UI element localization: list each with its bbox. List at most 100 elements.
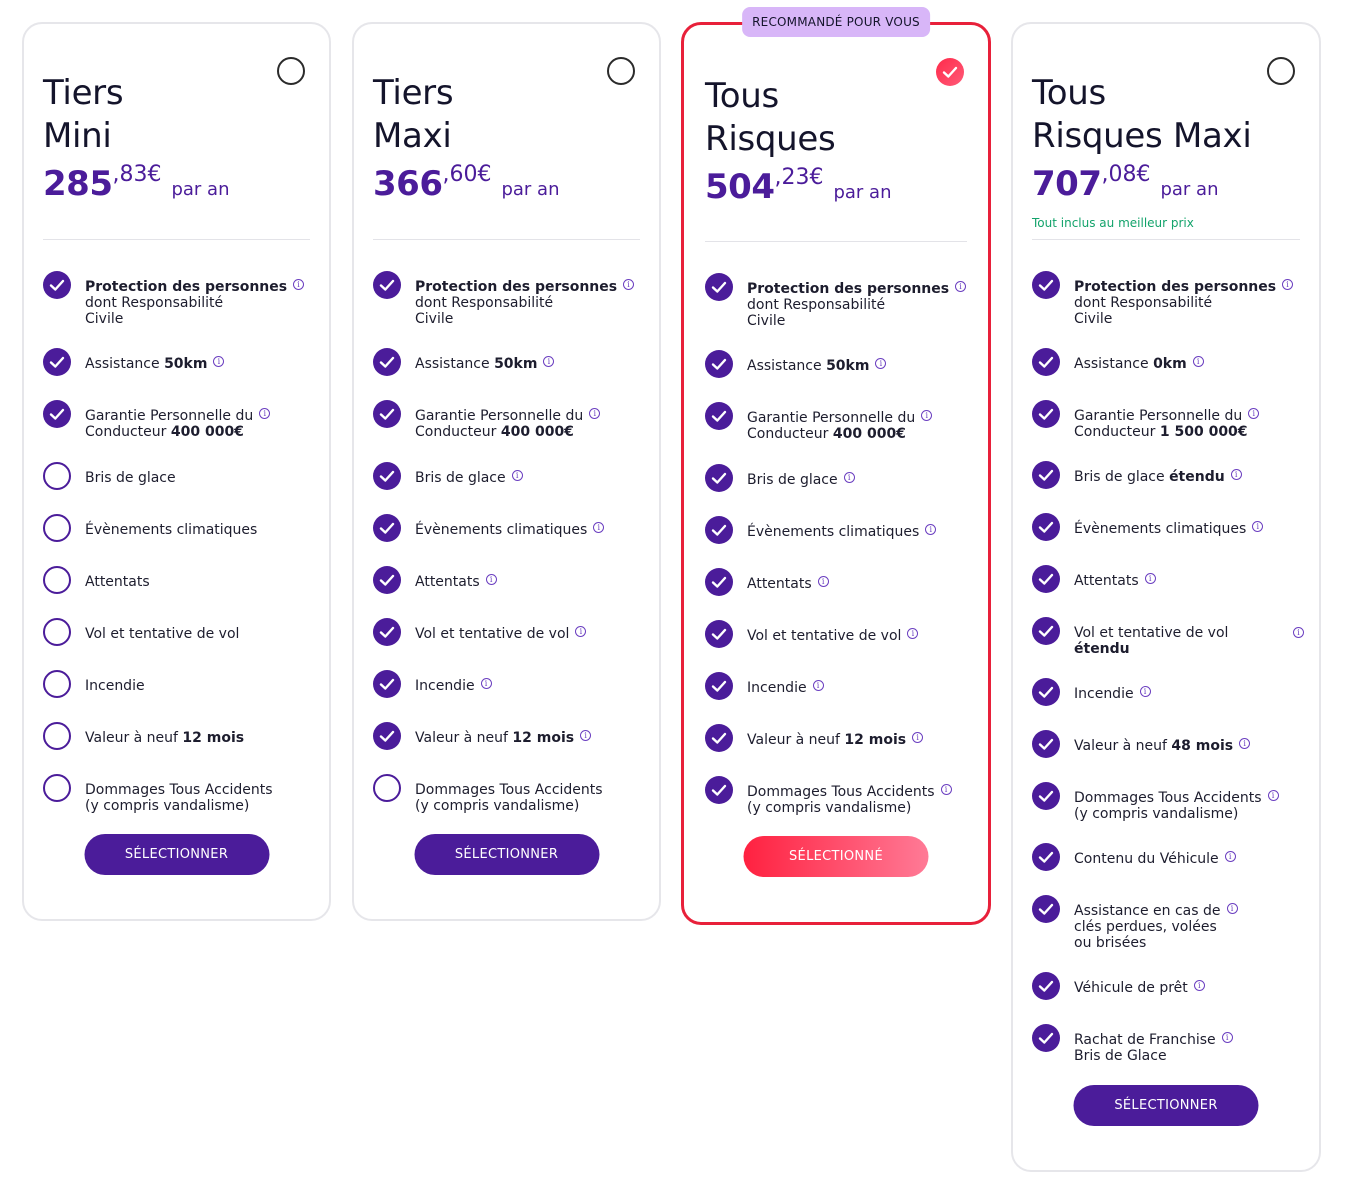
check-circle-icon bbox=[1032, 617, 1060, 645]
feature-label: Valeur à neuf 12 mois i bbox=[415, 730, 592, 746]
plan-price: 285 ,83€ par an bbox=[43, 162, 230, 204]
feature-label: Bris de glace bbox=[85, 470, 176, 486]
price-decimal: ,83€ bbox=[112, 162, 162, 187]
info-icon[interactable]: i bbox=[543, 356, 555, 367]
info-icon[interactable]: i bbox=[912, 732, 924, 743]
check-circle-icon bbox=[1032, 461, 1060, 489]
price-integer: 366 bbox=[373, 164, 443, 204]
info-icon[interactable]: i bbox=[921, 410, 933, 421]
info-icon[interactable]: i bbox=[817, 576, 829, 587]
info-icon[interactable]: i bbox=[575, 626, 587, 637]
info-icon[interactable]: i bbox=[1139, 686, 1151, 697]
feature-label: Attentats bbox=[85, 574, 150, 590]
info-icon[interactable]: i bbox=[907, 628, 919, 639]
empty-circle-icon bbox=[43, 514, 71, 542]
info-icon[interactable]: i bbox=[259, 408, 271, 419]
feature-label: Attentats i bbox=[747, 576, 829, 592]
plan-name: Tiers Maxi bbox=[373, 73, 454, 156]
check-circle-icon bbox=[705, 672, 733, 700]
info-icon[interactable]: i bbox=[1230, 469, 1242, 480]
check-circle-icon bbox=[705, 516, 733, 544]
check-circle-icon bbox=[705, 776, 733, 804]
selected-button[interactable]: SÉLECTIONNÉ bbox=[743, 836, 929, 877]
info-icon[interactable]: i bbox=[955, 281, 967, 292]
feature-label: Garantie Personnelle du i Conducteur 400 0… bbox=[85, 408, 271, 440]
info-icon[interactable]: i bbox=[511, 470, 523, 481]
info-icon[interactable]: i bbox=[623, 279, 635, 290]
check-circle-icon bbox=[1032, 271, 1060, 299]
feature-label: Garantie Personnelle du i Conducteur 400 0… bbox=[747, 410, 933, 442]
divider bbox=[1032, 239, 1300, 240]
info-icon[interactable]: i bbox=[580, 730, 592, 741]
info-icon[interactable]: i bbox=[480, 678, 492, 689]
plan-radio-icon[interactable] bbox=[1267, 57, 1295, 85]
info-icon[interactable]: i bbox=[1293, 627, 1304, 638]
plan-radio-icon[interactable] bbox=[277, 57, 305, 85]
check-circle-icon bbox=[373, 462, 401, 490]
feature-label: Incendie i bbox=[1074, 686, 1151, 702]
empty-circle-icon bbox=[43, 774, 71, 802]
feature-label: Incendie bbox=[85, 678, 145, 694]
feature-label: Vol et tentative de vol i bbox=[747, 628, 919, 644]
check-circle-icon bbox=[705, 402, 733, 430]
info-icon[interactable]: i bbox=[1144, 573, 1156, 584]
info-icon[interactable]: i bbox=[213, 356, 225, 367]
info-icon[interactable]: i bbox=[1252, 521, 1264, 532]
price-decimal: ,60€ bbox=[442, 162, 492, 187]
feature-label: Véhicule de prêt i bbox=[1074, 980, 1205, 996]
plan-tagline: Tout inclus au meilleur prix bbox=[1032, 216, 1194, 230]
feature-label: Protection des personnes i dont Responsabi… bbox=[747, 281, 967, 329]
select-button[interactable]: SÉLECTIONNER bbox=[1073, 1085, 1259, 1126]
feature-label: Protection des personnes i dont Responsabi… bbox=[1074, 279, 1294, 327]
info-icon[interactable]: i bbox=[812, 680, 824, 691]
info-icon[interactable]: i bbox=[1193, 980, 1205, 991]
check-circle-icon bbox=[1032, 895, 1060, 923]
plan-card-tiers-maxi[interactable]: Tiers Maxi 366 ,60€ par an Protection des… bbox=[352, 22, 661, 921]
plan-card-tous-risques[interactable]: RECOMMANDÉ POUR VOUS Tous Risques 504 ,23… bbox=[681, 7, 991, 925]
info-icon[interactable]: i bbox=[485, 574, 497, 585]
select-button[interactable]: SÉLECTIONNER bbox=[414, 834, 599, 875]
check-circle-icon bbox=[1032, 1024, 1060, 1052]
info-icon[interactable]: i bbox=[589, 408, 601, 419]
info-icon[interactable]: i bbox=[1221, 1032, 1233, 1043]
info-icon[interactable]: i bbox=[940, 784, 952, 795]
plan-radio-icon[interactable] bbox=[607, 57, 635, 85]
price-period: par an bbox=[833, 182, 892, 203]
plan-radio-checked-icon[interactable] bbox=[936, 58, 964, 86]
select-button[interactable]: SÉLECTIONNER bbox=[84, 834, 269, 875]
plan-price: 366 ,60€ par an bbox=[373, 162, 560, 204]
info-icon[interactable]: i bbox=[1224, 851, 1236, 862]
feature-label: Attentats i bbox=[1074, 573, 1156, 589]
check-circle-icon bbox=[705, 620, 733, 648]
plan-card-tiers-mini[interactable]: Tiers Mini 285 ,83€ par an Protection des… bbox=[22, 22, 331, 921]
feature-label: Évènements climatiques bbox=[85, 522, 258, 538]
info-icon[interactable]: i bbox=[1239, 738, 1251, 749]
plan-name: Tous Risques Maxi bbox=[1032, 73, 1252, 156]
check-circle-icon bbox=[373, 514, 401, 542]
plan-card-tous-risques-maxi[interactable]: Tous Risques Maxi 707 ,08€ par an Tout in… bbox=[1011, 22, 1321, 1172]
feature-label: Bris de glace i bbox=[415, 470, 523, 486]
recommended-badge: RECOMMANDÉ POUR VOUS bbox=[742, 7, 930, 37]
info-icon[interactable]: i bbox=[1282, 279, 1294, 290]
plan-name: Tous Risques bbox=[705, 76, 836, 159]
info-icon[interactable]: i bbox=[1267, 790, 1279, 801]
info-icon[interactable]: i bbox=[293, 279, 305, 290]
check-circle-icon bbox=[1032, 972, 1060, 1000]
feature-label: Contenu du Véhicule i bbox=[1074, 851, 1236, 867]
info-icon[interactable]: i bbox=[843, 472, 855, 483]
info-icon[interactable]: i bbox=[1248, 408, 1260, 419]
feature-label: Incendie i bbox=[747, 680, 824, 696]
info-icon[interactable]: i bbox=[593, 522, 605, 533]
check-circle-icon bbox=[373, 348, 401, 376]
check-circle-icon bbox=[43, 400, 71, 428]
feature-label: Bris de glace étendu i bbox=[1074, 469, 1242, 485]
feature-label: Dommages Tous Accidents i (y compris vanda… bbox=[747, 784, 952, 816]
info-icon[interactable]: i bbox=[875, 358, 887, 369]
info-icon[interactable]: i bbox=[925, 524, 937, 535]
feature-label: Vol et tentative de vol i bbox=[415, 626, 587, 642]
check-circle-icon bbox=[705, 350, 733, 378]
plan-name: Tiers Mini bbox=[43, 73, 124, 156]
info-icon[interactable]: i bbox=[1192, 356, 1204, 367]
info-icon[interactable]: i bbox=[1226, 903, 1238, 914]
empty-circle-icon bbox=[373, 774, 401, 802]
